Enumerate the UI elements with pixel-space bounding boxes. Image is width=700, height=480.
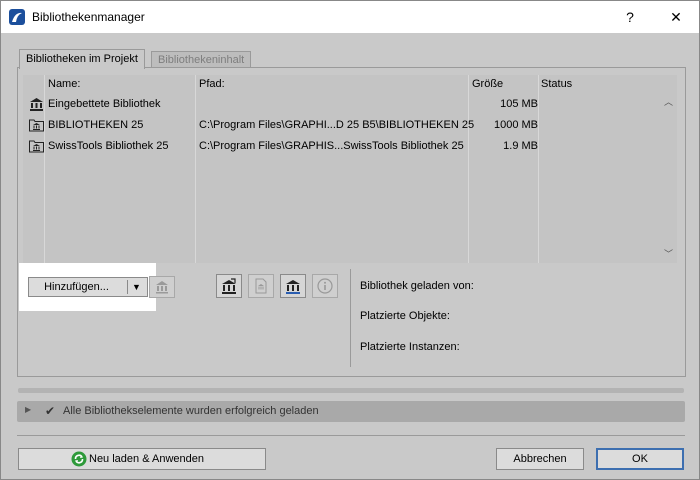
add-library-button[interactable]: Hinzufügen... ▼ [28,277,148,297]
chevron-right-icon[interactable]: ▶ [25,405,31,414]
placed-instances-label: Platzierte Instanzen: [360,341,460,353]
library-settings-icon [286,280,300,294]
table-row[interactable]: SwissTools Bibliothek 25 C:\Program File… [23,136,660,156]
library-export-button[interactable] [248,274,274,298]
split-divider [127,280,128,294]
list-scrollbar[interactable]: ︿ ﹀ [660,75,677,263]
tab-libraries-in-project[interactable]: Bibliotheken im Projekt [19,49,145,69]
library-load-button[interactable] [216,274,242,298]
loaded-from-label: Bibliothek geladen von: [360,280,474,292]
status-bar[interactable]: ▶ ✔ Alle Bibliothekselemente wurden erfo… [17,401,685,422]
library-size: 105 MB [500,98,538,110]
panel-divider [350,269,351,367]
cancel-button[interactable]: Abbrechen [496,448,584,470]
library-info-button[interactable] [312,274,338,298]
column-header-path[interactable]: Pfad: [199,75,225,93]
column-header-size[interactable]: Größe [472,75,503,93]
footer-divider [17,435,685,436]
library-path: C:\Program Files\GRAPHI...D 25 B5\BIBLIO… [199,119,475,131]
status-message: Alle Bibliothekselemente wurden erfolgre… [63,405,319,417]
column-header-status[interactable]: Status [541,75,572,93]
library-remove-icon [156,281,168,294]
close-button[interactable]: ✕ [653,1,699,33]
tab-library-contents[interactable]: Bibliothekeninhalt [151,51,252,68]
archicad-logo-icon [9,9,25,25]
library-document-icon [255,278,267,294]
library-name: Eingebettete Bibliothek [48,98,161,110]
reload-icon [71,451,87,467]
remove-library-button[interactable] [149,276,175,298]
library-icon [30,98,43,111]
ok-button[interactable]: OK [596,448,684,470]
add-library-label: Hinzufügen... [44,281,109,293]
library-path: C:\Program Files\GRAPHIS...SwissTools Bi… [199,140,464,152]
library-manage-button[interactable] [280,274,306,298]
chevron-down-icon[interactable]: ▼ [132,279,141,295]
info-icon [317,278,333,294]
scroll-up-icon[interactable]: ︿ [660,95,677,109]
scroll-down-icon[interactable]: ﹀ [660,247,677,261]
reload-apply-button[interactable]: Neu laden & Anwenden [18,448,266,470]
library-folder-icon [29,140,44,153]
library-folder-icon [29,119,44,132]
title-bar: Bibliothekenmanager ? ✕ [1,1,699,33]
library-size: 1000 MB [493,119,538,131]
library-name: BIBLIOTHEKEN 25 [48,119,144,131]
column-header-name[interactable]: Name: [48,75,80,93]
table-row[interactable]: Eingebettete Bibliothek 105 MB [23,94,660,114]
placed-objects-label: Platzierte Objekte: [360,310,450,322]
library-manager-dialog: Bibliothekenmanager ? ✕ Bibliotheken im … [0,0,700,480]
window-title: Bibliothekenmanager [32,10,145,24]
library-size: 1.9 MB [503,140,538,152]
progress-track [18,388,684,393]
library-arrow-icon [222,278,236,294]
reload-apply-label: Neu laden & Anwenden [89,453,204,465]
table-row[interactable]: BIBLIOTHEKEN 25 C:\Program Files\GRAPHI.… [23,115,660,135]
help-button[interactable]: ? [607,1,653,33]
library-name: SwissTools Bibliothek 25 [48,140,169,152]
library-list[interactable]: Name: Pfad: Größe Status Eingebettete Bi… [23,75,660,263]
checkmark-icon: ✔ [45,404,56,418]
